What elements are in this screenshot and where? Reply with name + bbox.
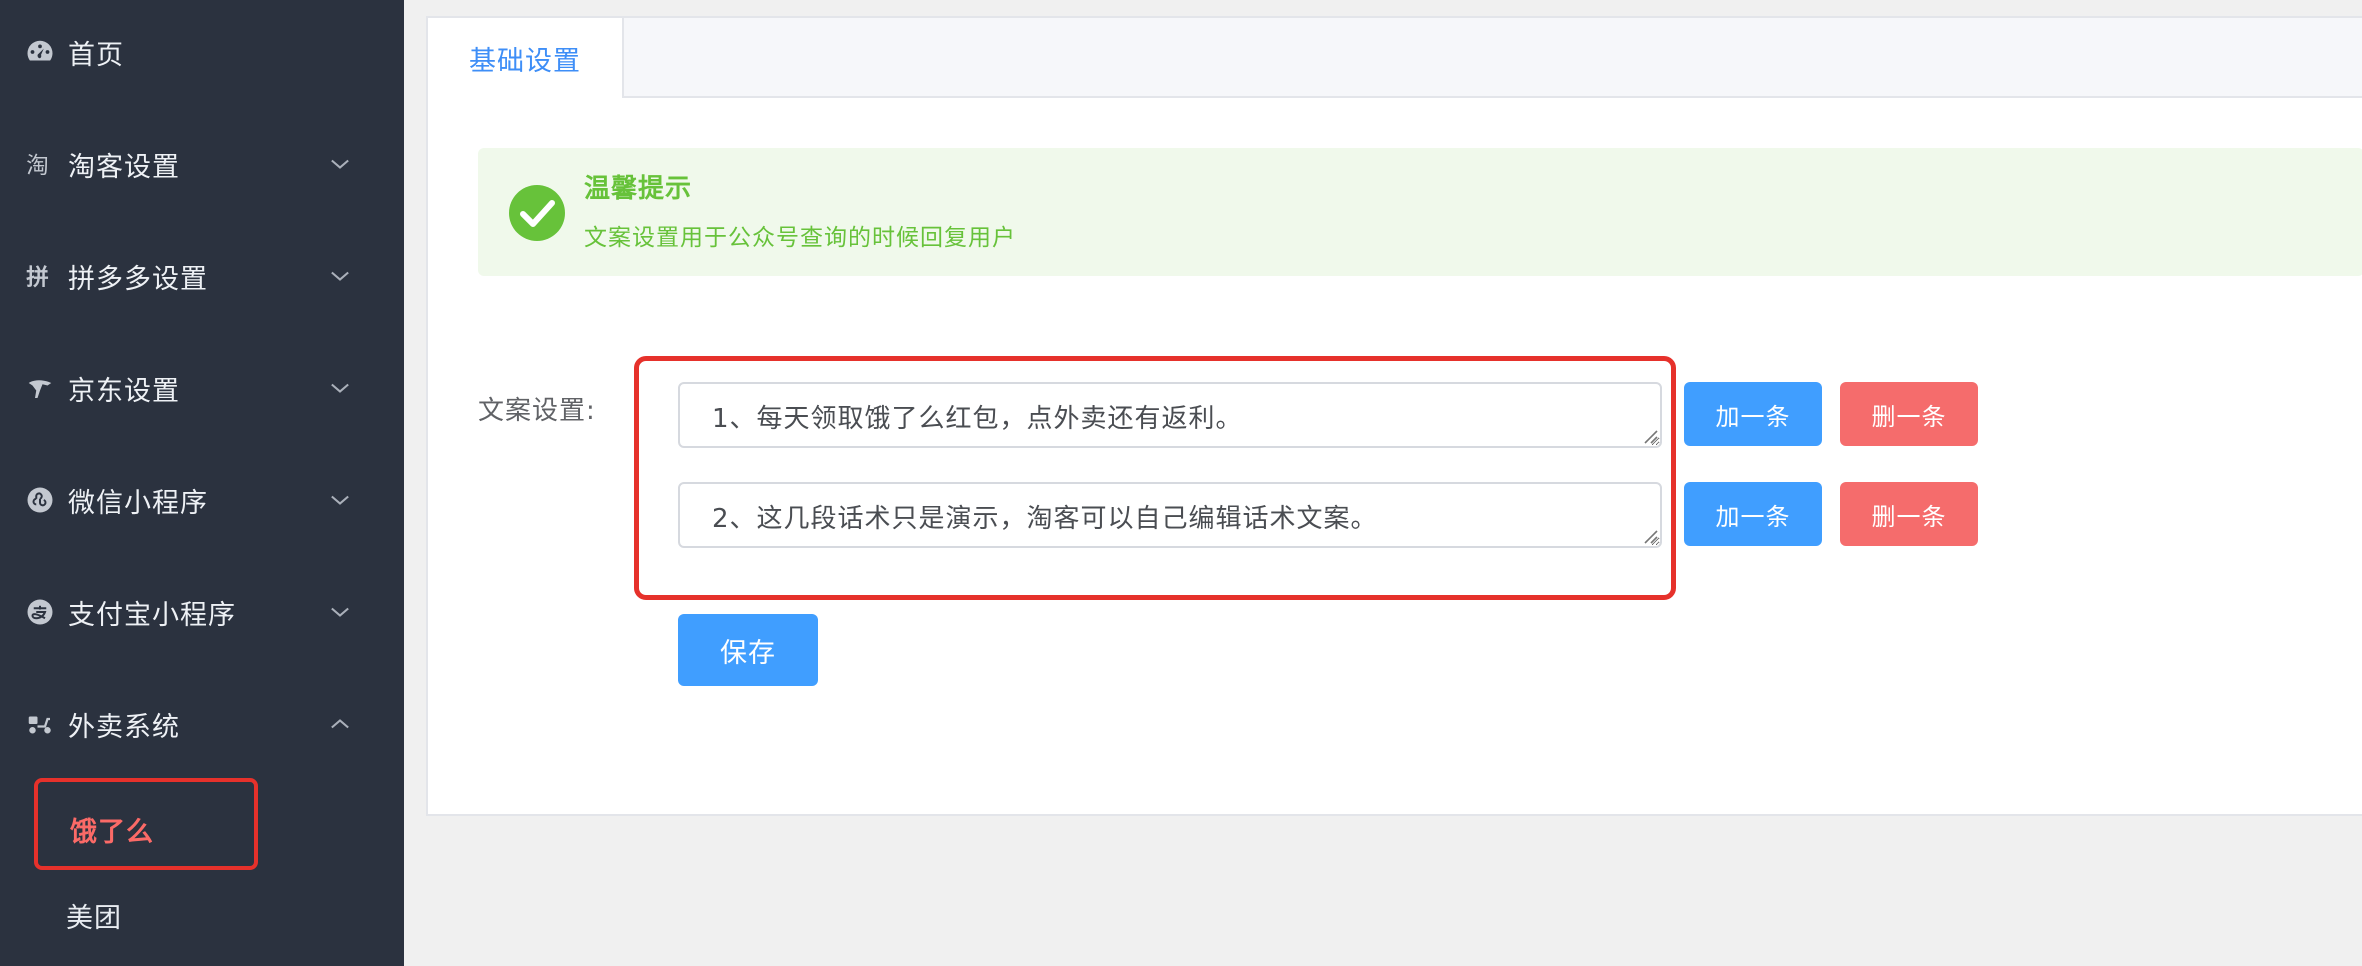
alert-description: 文案设置用于公众号查询的时候回复用户 xyxy=(584,225,1016,251)
alert-title: 温馨提示 xyxy=(584,174,693,204)
jd-icon xyxy=(24,372,56,404)
sidebar-item-takeout[interactable]: 外卖系统 xyxy=(0,694,404,754)
copy-textarea[interactable]: 1、每天领取饿了么红包，点外卖还有返利。 xyxy=(678,382,1662,448)
sidebar-item-label: 外卖系统 xyxy=(68,711,180,743)
success-check-icon xyxy=(509,185,565,241)
sidebar-subitem-eleme[interactable]: 饿了么 xyxy=(34,778,258,870)
sidebar-subitem-label: 美团 xyxy=(66,903,122,934)
tip-alert: 温馨提示 文案设置用于公众号查询的时候回复用户 xyxy=(478,148,2362,276)
copy-textarea[interactable]: 2、这几段话术只是演示，淘客可以自己编辑话术文案。 xyxy=(678,482,1662,548)
sidebar-item-alipay-miniprogram[interactable]: 支付宝小程序 xyxy=(0,582,404,642)
chevron-down-icon[interactable] xyxy=(326,262,354,290)
pinduoduo-icon: 拼 xyxy=(24,260,56,292)
svg-text:淘: 淘 xyxy=(26,153,49,179)
tab-label: 基础设置 xyxy=(469,45,581,77)
sidebar-item-label: 首页 xyxy=(68,39,124,71)
taobao-icon: 淘 xyxy=(24,148,56,180)
sidebar-subitem-label: 饿了么 xyxy=(70,817,154,848)
sidebar: 首页 淘 淘客设置 拼 拼多多设置 京东设置 微信小程序 支付宝小程序 外卖系统… xyxy=(0,0,404,966)
resize-grip-icon[interactable] xyxy=(1642,528,1658,544)
chevron-down-icon[interactable] xyxy=(326,486,354,514)
tab-bar: 基础设置 xyxy=(428,18,2362,98)
sidebar-item-label: 淘客设置 xyxy=(68,151,180,183)
chevron-down-icon[interactable] xyxy=(326,374,354,402)
svg-text:拼: 拼 xyxy=(26,264,49,291)
sidebar-item-home[interactable]: 首页 xyxy=(0,22,404,82)
wechat-miniprogram-icon xyxy=(24,484,56,516)
settings-panel: 基础设置 温馨提示 文案设置用于公众号查询的时候回复用户 文案设置: 1、每天领… xyxy=(426,16,2362,816)
sidebar-item-label: 支付宝小程序 xyxy=(68,599,236,631)
copy-row: 2、这几段话术只是演示，淘客可以自己编辑话术文案。 加一条 删一条 xyxy=(678,482,1978,548)
sidebar-subitem-meituan[interactable]: 美团 xyxy=(34,868,258,960)
sidebar-item-label: 微信小程序 xyxy=(68,487,208,519)
delete-row-button[interactable]: 删一条 xyxy=(1840,482,1978,546)
sidebar-item-taoke[interactable]: 淘 淘客设置 xyxy=(0,134,404,194)
copy-row: 1、每天领取饿了么红包，点外卖还有返利。 加一条 删一条 xyxy=(678,382,1978,448)
delete-row-button[interactable]: 删一条 xyxy=(1840,382,1978,446)
scooter-icon xyxy=(24,708,56,740)
copy-settings-label: 文案设置: xyxy=(478,396,596,426)
tab-basic-settings[interactable]: 基础设置 xyxy=(428,18,624,98)
resize-grip-icon[interactable] xyxy=(1642,428,1658,444)
save-button[interactable]: 保存 xyxy=(678,614,818,686)
chevron-down-icon[interactable] xyxy=(326,150,354,178)
sidebar-item-label: 拼多多设置 xyxy=(68,263,208,295)
sidebar-item-label: 京东设置 xyxy=(68,375,180,407)
chevron-up-icon[interactable] xyxy=(326,710,354,738)
sidebar-item-wechat-miniprogram[interactable]: 微信小程序 xyxy=(0,470,404,530)
sidebar-item-jd[interactable]: 京东设置 xyxy=(0,358,404,418)
add-row-button[interactable]: 加一条 xyxy=(1684,482,1822,546)
chevron-down-icon[interactable] xyxy=(326,598,354,626)
alipay-icon xyxy=(24,596,56,628)
add-row-button[interactable]: 加一条 xyxy=(1684,382,1822,446)
sidebar-item-pinduoduo[interactable]: 拼 拼多多设置 xyxy=(0,246,404,306)
dashboard-icon xyxy=(24,36,56,68)
